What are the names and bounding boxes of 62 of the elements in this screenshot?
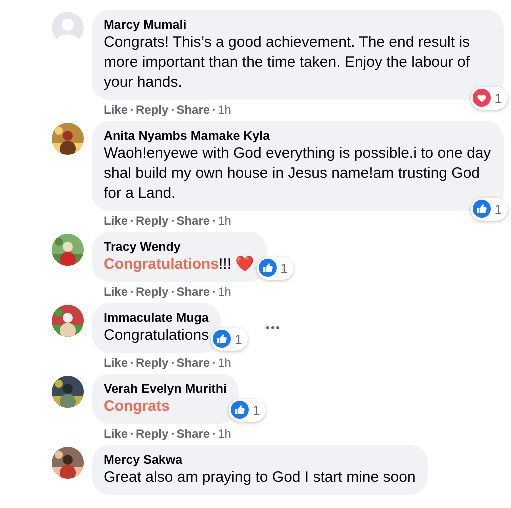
timestamp[interactable]: 1h [218,426,232,442]
comment-action[interactable]: Share [176,213,210,229]
timestamp[interactable]: 1h [218,102,232,118]
reaction-count: 1 [235,330,242,348]
separator-dot [172,433,174,435]
comment-action[interactable]: Like [104,426,128,442]
comment-text: Congrats! This’s a good achievement. The end result is more important than the time taken. Enjoy the labour of your hands. [104,33,472,93]
separator-dot [213,220,216,222]
comment-action[interactable]: Reply [136,355,169,371]
reaction-badge[interactable]: 1 [470,198,508,221]
reaction-badge[interactable]: 1 [211,328,248,351]
reaction-count: 1 [494,200,502,218]
comment-action[interactable]: Like [104,213,128,229]
reaction-badge[interactable]: 1 [256,256,294,280]
comment-action[interactable]: Share [176,355,210,371]
comment-action[interactable]: Like [104,284,128,300]
reaction-count: 1 [280,260,288,278]
timestamp[interactable]: 1h [218,284,232,300]
comment-action[interactable]: Reply [136,284,169,300]
comment-action[interactable]: Reply [136,213,169,229]
author-name[interactable]: Marcy Mumali [104,17,492,33]
thumbs-up-icon [472,200,491,218]
comment-action[interactable]: Reply [136,426,169,442]
timestamp[interactable]: 1h [218,355,232,371]
author-name[interactable]: Tracy Wendy [104,239,255,255]
separator-dot [172,109,174,111]
separator-dot [131,220,134,222]
comment-action[interactable]: Like [104,102,128,118]
comment-text: Congratulations [104,326,210,346]
thumbs-up-icon [230,401,249,420]
separator-dot [131,362,134,364]
comment-action[interactable]: Share [176,102,210,118]
separator-dot [131,109,134,111]
separator-dot [213,433,216,435]
comment-text: Great also am praying to God I start mine soon [104,468,416,488]
separator-dot [131,291,134,293]
reaction-count: 1 [494,90,502,108]
comment-action[interactable]: Reply [136,102,169,118]
avatar-icon [52,12,84,44]
comment-action[interactable]: Like [104,355,128,371]
author-name[interactable]: Mercy Sakwa [104,452,416,468]
separator-dot [172,220,174,222]
separator-dot [213,291,216,293]
separator-dot [172,291,174,293]
comment-text: Congrats [104,397,171,417]
author-name[interactable]: Verah Evelyn Murithi [104,381,227,397]
separator-dot [131,433,134,435]
comment-text: Congratulations!!! ❤ [104,255,255,275]
reaction-count: 1 [252,402,260,420]
comment-action[interactable]: Share [176,426,210,442]
reaction-badge[interactable]: 1 [470,86,508,110]
separator-dot [213,362,216,364]
timestamp[interactable]: 1h [218,213,232,229]
comment-action[interactable]: Share [176,284,210,300]
author-name[interactable]: Anita Nyambs Mamake Kyla [104,128,492,144]
author-name[interactable]: Immaculate Muga [104,310,210,326]
thumbs-up-icon [258,259,277,278]
ellipsis-icon [266,326,280,330]
reaction-badge[interactable]: 1 [228,398,266,422]
thumbs-up-icon [213,330,232,348]
separator-dot [172,362,174,364]
separator-dot [213,109,216,111]
